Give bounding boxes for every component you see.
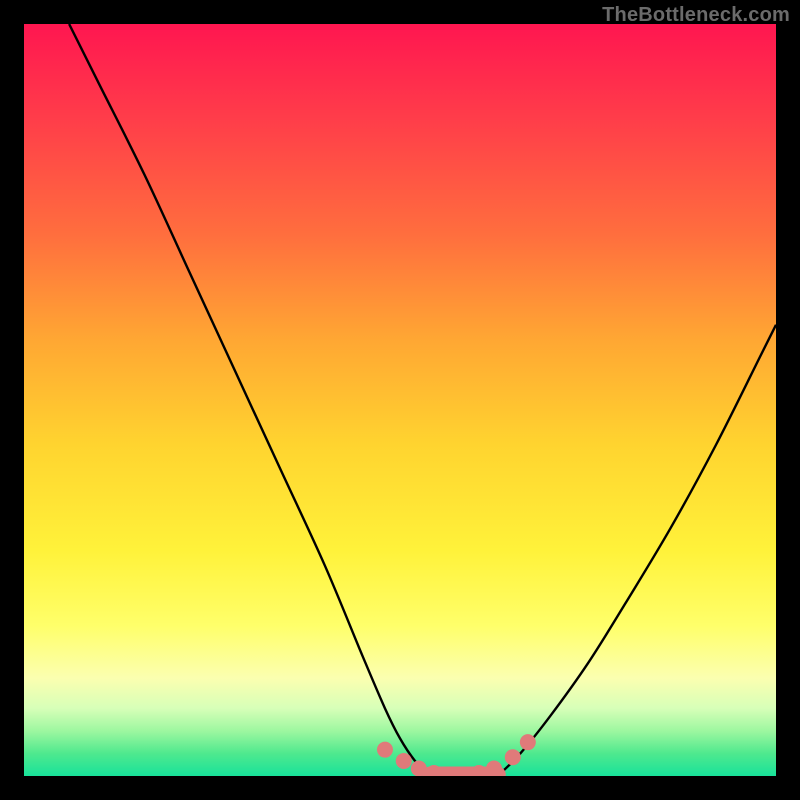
valley-marker-dot bbox=[396, 753, 412, 769]
valley-marker-dot bbox=[505, 749, 521, 765]
valley-marker-dot bbox=[520, 734, 536, 750]
watermark-text: TheBottleneck.com bbox=[602, 4, 790, 27]
chart-svg bbox=[24, 24, 776, 776]
right-curve bbox=[498, 325, 776, 776]
valley-marker-dot bbox=[486, 760, 502, 776]
left-curve bbox=[69, 24, 430, 776]
valley-marker-dot bbox=[411, 760, 427, 776]
chart-plot-area bbox=[24, 24, 776, 776]
chart-frame: TheBottleneck.com bbox=[0, 0, 800, 800]
valley-marker-dot bbox=[377, 742, 393, 758]
